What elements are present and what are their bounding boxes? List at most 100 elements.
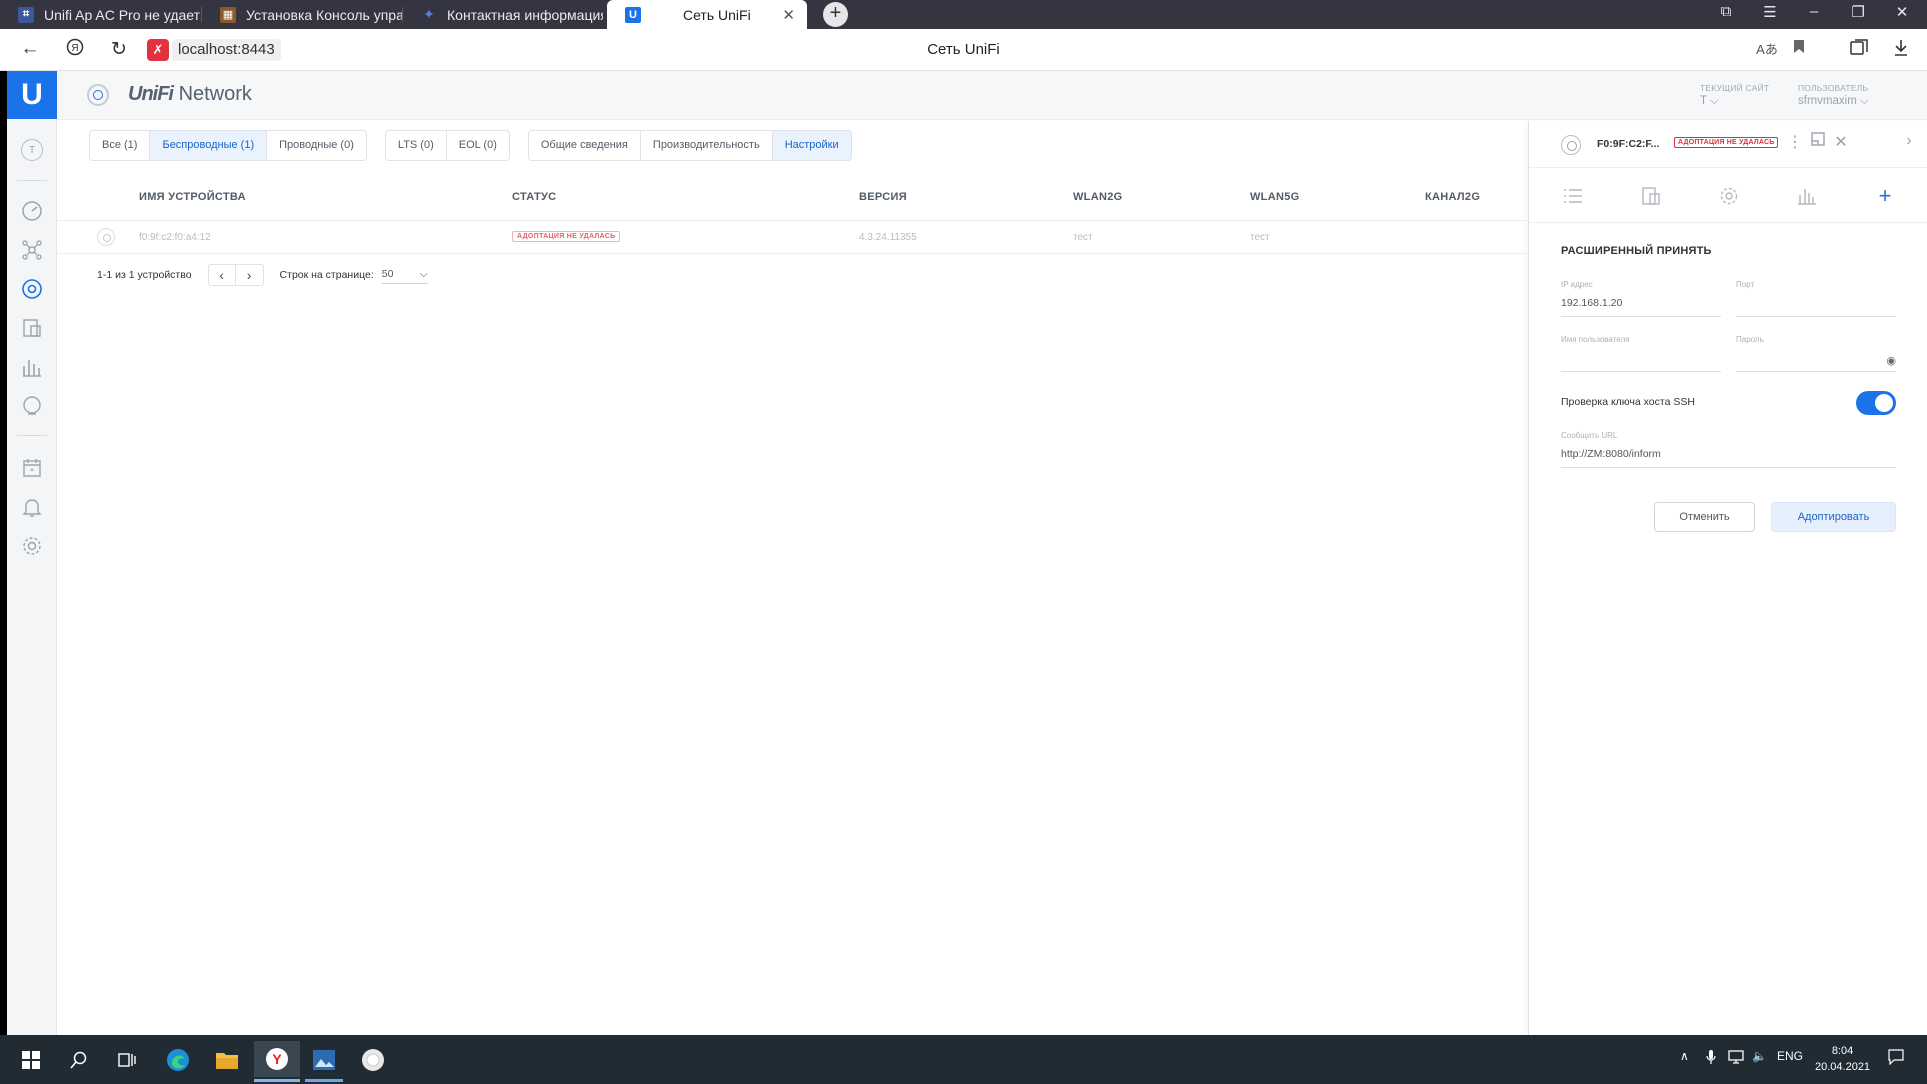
view-overview[interactable]: Общие сведения — [529, 131, 641, 160]
next-page-icon[interactable]: › — [236, 265, 263, 285]
topology-icon[interactable] — [17, 235, 47, 265]
settings-gear-icon[interactable] — [17, 531, 47, 561]
tab-details-list-icon[interactable] — [1560, 184, 1586, 208]
menu-icon[interactable]: ☰ — [1758, 3, 1782, 21]
port-input[interactable] — [1736, 297, 1896, 317]
browser-tab-unifi-network[interactable]: U Сеть UniFi ✕ — [607, 0, 807, 29]
bookmark-icon[interactable] — [1788, 39, 1810, 59]
alerts-bell-icon[interactable] — [17, 492, 47, 522]
device-name: f0:9f:c2:f0:a4:12 — [139, 232, 211, 243]
events-calendar-icon[interactable]: * — [17, 453, 47, 483]
close-window-icon[interactable]: ✕ — [1890, 3, 1914, 21]
prev-page-icon[interactable]: ‹ — [209, 265, 236, 285]
tab-adopt-plus-icon[interactable]: + — [1872, 183, 1898, 208]
running-app-indicator — [305, 1079, 343, 1082]
insights-icon[interactable] — [17, 391, 47, 421]
collections-icon[interactable] — [1848, 39, 1870, 60]
clients-icon[interactable] — [17, 313, 47, 343]
col-channel2g[interactable]: КАНАЛ2G — [1425, 191, 1480, 203]
username-label: Имя пользователя — [1561, 335, 1630, 344]
rows-per-page-label: Строк на странице: — [279, 269, 374, 281]
view-settings[interactable]: Настройки — [772, 131, 851, 160]
more-options-icon[interactable]: ⋮ — [1784, 132, 1806, 152]
col-device-name[interactable]: ИМЯ УСТРОЙСТВА — [139, 191, 246, 203]
yandex-browser-icon[interactable]: Y — [254, 1041, 300, 1077]
language-indicator[interactable]: ENG — [1777, 1049, 1803, 1063]
browser-tab-unifi-forum[interactable]: ⌗ Unifi Ap AC Pro не удаетс — [0, 0, 200, 29]
filter-wired[interactable]: Проводные (0) — [267, 131, 366, 160]
ssh-host-key-check-toggle[interactable] — [1856, 391, 1896, 415]
browser-tab-contacts[interactable]: ✦ Контактная информация — [403, 0, 603, 29]
unifi-logo-icon[interactable]: U — [7, 71, 57, 119]
inform-url-field[interactable]: Сообщить URL http://ZM:8080/inform — [1561, 431, 1896, 468]
status-badge: АДОПТАЦИЯ НЕ УДАЛАСЬ — [512, 231, 621, 242]
filter-all[interactable]: Все (1) — [90, 131, 151, 160]
cancel-button[interactable]: Отменить — [1654, 502, 1755, 532]
col-wlan2g[interactable]: WLAN2G — [1073, 191, 1122, 203]
username-field[interactable]: Имя пользователя — [1561, 335, 1721, 372]
type-filter-group: Все (1) Беспроводные (1) Проводные (0) — [89, 130, 367, 161]
rows-per-page-select[interactable]: 50 ⌵ — [381, 266, 428, 284]
new-tab-button[interactable]: + — [823, 2, 848, 27]
app-brand: UniFi Network — [128, 83, 252, 106]
microphone-icon[interactable] — [1706, 1049, 1716, 1068]
user-menu[interactable]: ПОЛЬЗОВАТЕЛЬ sfrnvmaxim ⌵ — [1798, 83, 1869, 108]
volume-icon[interactable]: 🔈 — [1752, 1049, 1767, 1063]
network-icon[interactable] — [1728, 1049, 1746, 1068]
tray-chevron-up-icon[interactable]: ∧ — [1680, 1049, 1689, 1063]
svg-text:*: * — [30, 467, 34, 476]
pagination-summary: 1-1 из 1 устройство — [97, 269, 192, 281]
popout-icon[interactable] — [1807, 132, 1829, 151]
browser-tab-console-install[interactable]: ▦ Установка Консоль управ — [202, 0, 402, 29]
tabs-list-icon[interactable]: ⧉ — [1714, 3, 1738, 20]
username-input[interactable] — [1561, 352, 1721, 372]
edge-browser-icon[interactable] — [165, 1047, 191, 1073]
translate-icon[interactable]: Aあ — [1756, 39, 1778, 58]
col-status[interactable]: СТАТУС — [512, 191, 556, 203]
col-version[interactable]: ВЕРСИЯ — [859, 191, 907, 203]
tab-config-gear-icon[interactable] — [1716, 184, 1742, 208]
current-site-selector[interactable]: ТЕКУЩИЙ САЙТ T ⌵ — [1700, 83, 1769, 108]
site-selector-icon[interactable]: T — [17, 135, 47, 165]
unifi-network-app-icon — [87, 84, 109, 106]
devices-table-header: ИМЯ УСТРОЙСТВА СТАТУС ВЕРСИЯ WLAN2G WLAN… — [57, 171, 1527, 221]
devices-icon[interactable] — [17, 274, 47, 304]
view-performance[interactable]: Производительность — [641, 131, 773, 160]
current-site-value: T — [1700, 95, 1707, 107]
col-wlan5g[interactable]: WLAN5G — [1250, 191, 1299, 203]
password-field[interactable]: Пароль ◉ — [1736, 335, 1896, 372]
windows-start-icon[interactable] — [18, 1047, 44, 1073]
inform-url-input[interactable]: http://ZM:8080/inform — [1561, 448, 1896, 468]
show-password-eye-icon[interactable]: ◉ — [1886, 354, 1896, 367]
file-explorer-icon[interactable] — [214, 1047, 240, 1073]
filter-eol[interactable]: EOL (0) — [447, 131, 509, 160]
notifications-icon[interactable] — [1888, 1049, 1904, 1068]
ip-address-field[interactable]: IP адрес 192.168.1.20 — [1561, 280, 1721, 317]
minimize-icon[interactable]: – — [1802, 3, 1826, 20]
port-field[interactable]: Порт — [1736, 280, 1896, 317]
photos-app-icon[interactable] — [311, 1047, 337, 1073]
download-icon[interactable] — [1890, 39, 1912, 62]
task-view-icon[interactable] — [114, 1047, 140, 1073]
statistics-icon[interactable] — [17, 352, 47, 382]
tab-statistics-icon[interactable] — [1794, 184, 1820, 208]
table-row[interactable]: f0:9f:c2:f0:a4:12 АДОПТАЦИЯ НЕ УДАЛАСЬ 4… — [57, 221, 1527, 254]
address-bar: ← Я ↻ ✗ localhost:8443 Сеть UniFi Aあ — [0, 29, 1927, 71]
close-icon[interactable]: ✕ — [782, 6, 795, 24]
filter-wireless[interactable]: Беспроводные (1) — [150, 131, 268, 160]
pagination-buttons: ‹ › — [207, 264, 264, 286]
close-panel-icon[interactable]: ✕ — [1830, 132, 1852, 152]
sidebar-divider — [17, 435, 47, 436]
tab-clients-icon[interactable] — [1638, 184, 1664, 208]
ip-address-input[interactable]: 192.168.1.20 — [1561, 297, 1721, 317]
dashboard-icon[interactable] — [17, 196, 47, 226]
view-filter-group: Общие сведения Производительность Настро… — [527, 130, 852, 161]
unifi-controller-app-icon[interactable] — [360, 1047, 386, 1073]
filter-lts[interactable]: LTS (0) — [386, 131, 447, 160]
chevron-right-icon[interactable]: › — [1898, 132, 1920, 150]
restore-icon[interactable]: ❐ — [1846, 3, 1870, 21]
adopt-button[interactable]: Адоптировать — [1771, 502, 1896, 532]
password-input[interactable]: ◉ — [1736, 352, 1896, 372]
search-icon[interactable] — [66, 1047, 92, 1073]
clock[interactable]: 8:04 20.04.2021 — [1815, 1043, 1870, 1075]
